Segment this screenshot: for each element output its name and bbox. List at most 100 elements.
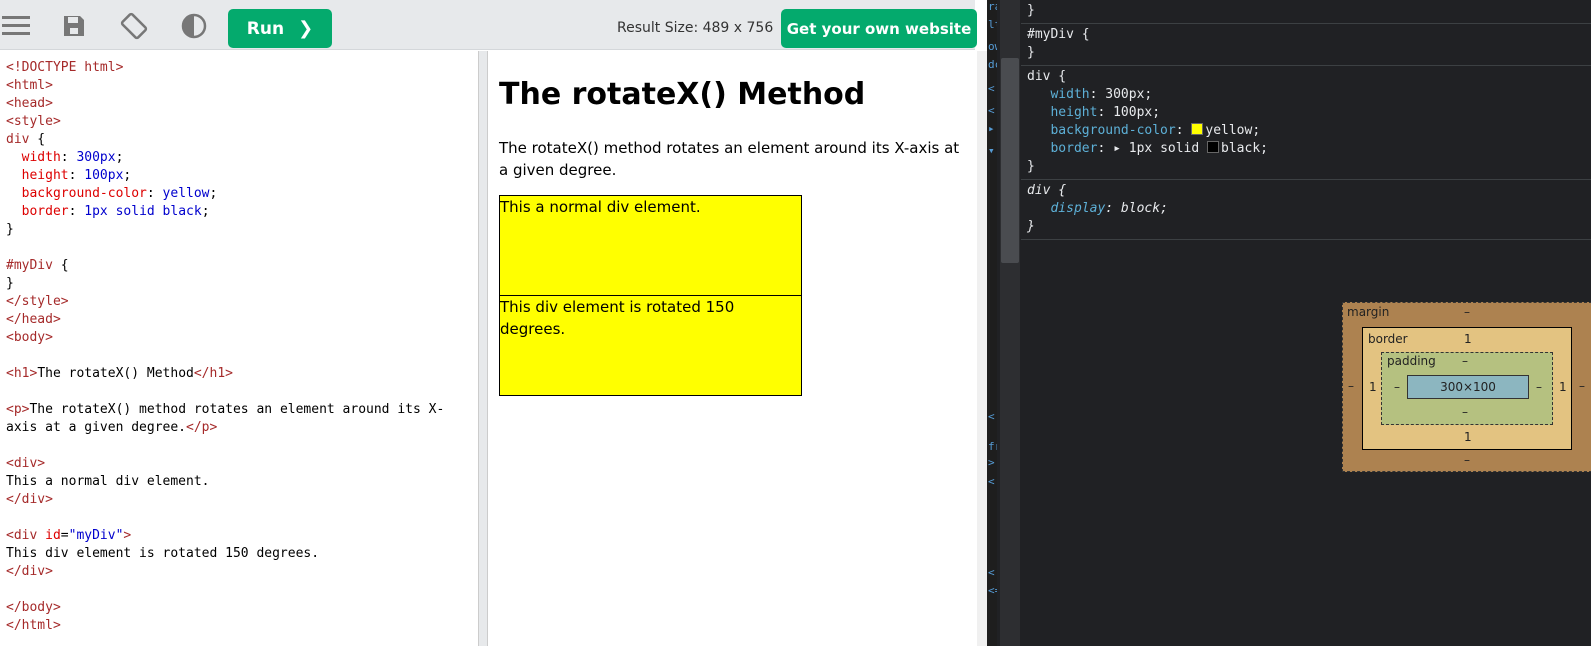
elements-tree-fragment[interactable]: <:	[988, 566, 997, 579]
code-line[interactable]: <div id="myDiv">	[6, 527, 478, 545]
code-line[interactable]: div {	[6, 131, 478, 149]
css-rule-line[interactable]: div {	[1027, 182, 1585, 200]
code-line[interactable]: axis at a given degree.</p>	[6, 419, 478, 437]
code-line[interactable]: border: 1px solid black;	[6, 203, 478, 221]
code-line[interactable]: </style>	[6, 293, 478, 311]
css-property-name[interactable]: height	[1050, 105, 1097, 120]
css-property-name[interactable]: border	[1050, 141, 1097, 156]
border-left-value[interactable]: 1	[1369, 380, 1377, 394]
code-line[interactable]: <!DOCTYPE html>	[6, 59, 478, 77]
code-line[interactable]: }	[6, 275, 478, 293]
elements-tree-fragment[interactable]: >	[988, 456, 995, 469]
run-button[interactable]: Run ❯	[228, 9, 332, 48]
code-line[interactable]	[6, 509, 478, 527]
border-top-value[interactable]: 1	[1464, 332, 1472, 346]
result-scrollbar[interactable]	[977, 51, 987, 646]
code-line[interactable]: <style>	[6, 113, 478, 131]
theme-contrast-icon[interactable]	[178, 10, 210, 42]
code-line[interactable]	[6, 437, 478, 455]
css-rule-line[interactable]: div {	[1027, 68, 1585, 86]
margin-bottom-value[interactable]: –	[1464, 453, 1470, 467]
code-line[interactable]: height: 100px;	[6, 167, 478, 185]
elements-tree-fragment[interactable]: ▸	[988, 122, 995, 135]
color-swatch-icon[interactable]	[1191, 123, 1204, 135]
code-line[interactable]: }	[6, 221, 478, 239]
code-line[interactable]: </html>	[6, 617, 478, 635]
code-line[interactable]	[6, 581, 478, 599]
code-line[interactable]: <html>	[6, 77, 478, 95]
pane-resize-handle[interactable]	[478, 51, 488, 646]
margin-left-value[interactable]: –	[1348, 379, 1354, 393]
code-line[interactable]	[6, 239, 478, 257]
css-rule-line[interactable]: }	[1027, 44, 1585, 62]
code-line[interactable]: <h1>The rotateX() Method</h1>	[6, 365, 478, 383]
elements-tree-fragment[interactable]: ow	[988, 40, 997, 53]
code-line[interactable]: #myDiv {	[6, 257, 478, 275]
code-line[interactable]: <div>	[6, 455, 478, 473]
box-model-margin[interactable]: margin – – – – border 1 1 1 1 padding – …	[1342, 302, 1591, 472]
css-rule-line[interactable]: display: block;	[1027, 200, 1585, 218]
css-text: div {	[1027, 69, 1067, 84]
elements-tree-fragment[interactable]: <	[988, 82, 995, 95]
css-rule[interactable]: #myDiv {}	[1021, 24, 1591, 66]
color-swatch-icon[interactable]	[1207, 141, 1220, 153]
css-rule-line[interactable]: height: 100px;	[1027, 104, 1585, 122]
padding-top-value[interactable]: –	[1462, 354, 1468, 368]
box-model-padding[interactable]: padding – – – – 300×100	[1381, 352, 1553, 425]
elements-tree-fragment[interactable]: dc	[988, 58, 997, 71]
code-line[interactable]: <body>	[6, 329, 478, 347]
elements-tree-fragment[interactable]: <=	[988, 584, 997, 597]
menu-icon[interactable]	[0, 10, 32, 42]
css-rule-line[interactable]: border: ▸ 1px solid black;	[1027, 140, 1585, 158]
elements-tree-fragment[interactable]: ▾	[988, 144, 995, 157]
padding-right-value[interactable]: –	[1536, 380, 1542, 394]
border-right-value[interactable]: 1	[1559, 380, 1567, 394]
code-line[interactable]: <p>The rotateX() method rotates an eleme…	[6, 401, 478, 419]
code-line[interactable]: </div>	[6, 491, 478, 509]
devtools-scrollbar[interactable]	[1000, 0, 1020, 646]
elements-tree-fragment[interactable]: fr	[988, 440, 997, 453]
code-line[interactable]	[6, 347, 478, 365]
margin-top-value[interactable]: –	[1464, 305, 1470, 319]
elements-tree-fragment[interactable]: lt	[988, 18, 997, 31]
code-line[interactable]: width: 300px;	[6, 149, 478, 167]
code-line[interactable]: </div>	[6, 563, 478, 581]
css-rule-line[interactable]: #myDiv {	[1027, 26, 1585, 44]
elements-tree-fragment[interactable]: ra	[988, 0, 997, 13]
padding-left-value[interactable]: –	[1394, 380, 1400, 394]
elements-tree-fragment[interactable]: <	[988, 410, 995, 423]
css-rule-line[interactable]: background-color: yellow;	[1027, 122, 1585, 140]
code-line[interactable]	[6, 383, 478, 401]
css-property-name[interactable]: width	[1050, 87, 1089, 102]
result-size-label: Result Size: 489 x 756	[617, 20, 774, 36]
normal-div: This a normal div element.	[499, 195, 802, 296]
save-icon[interactable]	[58, 10, 90, 42]
code-line[interactable]: background-color: yellow;	[6, 185, 478, 203]
css-rule-line[interactable]: }	[1027, 218, 1585, 236]
css-rule[interactable]: }	[1021, 0, 1591, 24]
css-rule[interactable]: div { width: 300px; height: 100px; backg…	[1021, 66, 1591, 180]
get-your-own-website-button[interactable]: Get your own website	[781, 9, 977, 48]
margin-right-value[interactable]: –	[1579, 379, 1585, 393]
css-rule-line[interactable]: }	[1027, 2, 1585, 20]
css-rule-line[interactable]: width: 300px;	[1027, 86, 1585, 104]
rotate-icon[interactable]	[118, 10, 150, 42]
code-line[interactable]: </body>	[6, 599, 478, 617]
code-line[interactable]: This a normal div element.	[6, 473, 478, 491]
code-line[interactable]: </head>	[6, 311, 478, 329]
scrollbar-thumb[interactable]	[1001, 58, 1019, 263]
code-line[interactable]: This div element is rotated 150 degrees.	[6, 545, 478, 563]
code-editor[interactable]: <!DOCTYPE html> <html> <head> <style> div { …	[0, 51, 478, 646]
elements-tree-fragment[interactable]: <	[988, 475, 995, 488]
border-bottom-value[interactable]: 1	[1464, 430, 1472, 444]
box-model-border[interactable]: border 1 1 1 1 padding – – – – 300×100	[1362, 327, 1572, 450]
code-token: <head>	[6, 96, 53, 111]
padding-bottom-value[interactable]: –	[1462, 405, 1468, 419]
css-rule-line[interactable]: }	[1027, 158, 1585, 176]
code-line[interactable]: <head>	[6, 95, 478, 113]
elements-tree-fragment[interactable]: <	[988, 104, 995, 117]
css-property-name[interactable]: background-color	[1050, 123, 1175, 138]
css-property-name[interactable]: display	[1050, 201, 1105, 216]
css-rule[interactable]: div { display: block;}	[1021, 180, 1591, 240]
box-model-content-size[interactable]: 300×100	[1407, 375, 1529, 399]
